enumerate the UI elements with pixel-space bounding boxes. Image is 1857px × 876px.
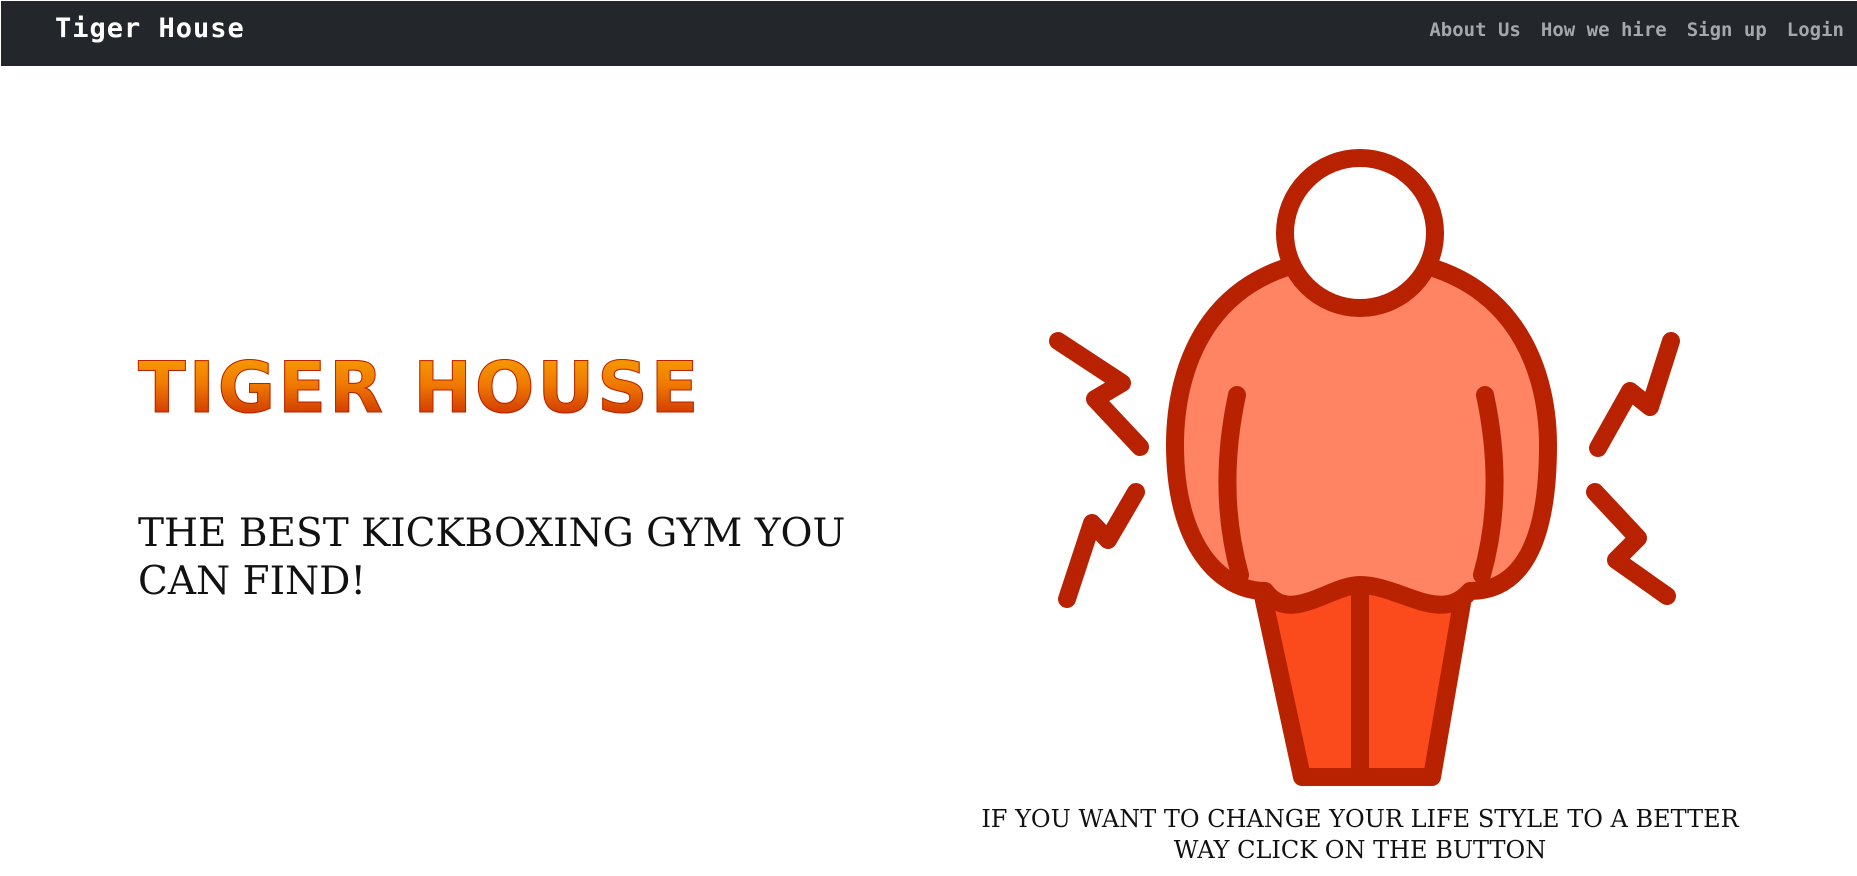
nav-link-about-us[interactable]: About Us xyxy=(1429,19,1521,41)
hero-title: TIGER HOUSE xyxy=(138,347,702,429)
nav-link-login[interactable]: Login xyxy=(1787,19,1844,41)
right-lightning-upper xyxy=(1589,332,1680,457)
cta-text: IF YOU WANT TO CHANGE YOUR LIFE STYLE TO… xyxy=(981,805,1739,864)
left-lightning-upper xyxy=(1049,332,1149,456)
right-lightning-lower xyxy=(1586,483,1676,605)
hero-tagline: THE BEST KICKBOXING GYM YOU CAN FIND! xyxy=(138,511,846,604)
top-navbar: Tiger House About Us How we hire Sign up… xyxy=(1,1,1857,66)
nav-link-how-we-hire[interactable]: How we hire xyxy=(1541,19,1667,41)
nav-link-sign-up[interactable]: Sign up xyxy=(1687,19,1767,41)
left-lightning-lower xyxy=(1058,483,1145,608)
overweight-person-icon xyxy=(1049,149,1680,786)
brand-link[interactable]: Tiger House xyxy=(55,13,245,44)
head-circle xyxy=(1276,149,1444,317)
nav-links: About Us How we hire Sign up Login xyxy=(1429,19,1844,41)
